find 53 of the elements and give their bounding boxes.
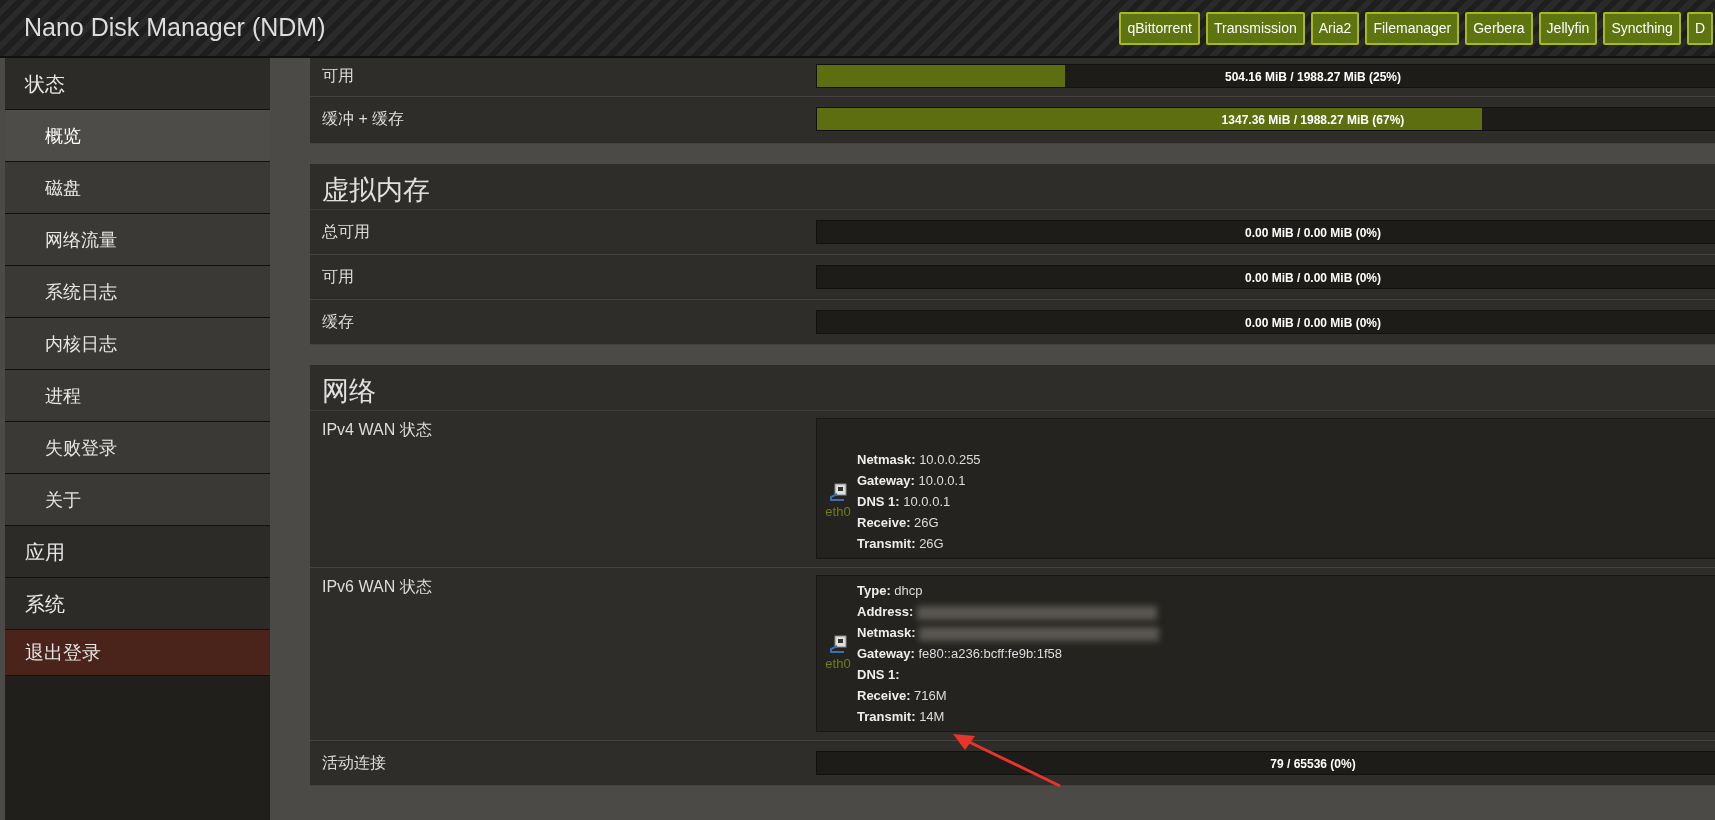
status-line: DNS 1: 10.0.0.1	[857, 493, 952, 511]
device-name: eth0	[825, 502, 851, 521]
menu-item[interactable]: 关于	[5, 474, 270, 526]
row-label: IPv6 WAN 状态	[321, 577, 433, 597]
status-line: Netmask: 10.0.0.255	[857, 451, 981, 469]
menu-category[interactable]: 应用	[5, 526, 270, 578]
menu-item[interactable]: 网络流量	[5, 214, 270, 266]
bar-reading: 0.00 MiB / 0.00 MiB (0%)	[1243, 225, 1382, 242]
app-button[interactable]: Gerbera	[1465, 11, 1533, 45]
app-button[interactable]: D	[1686, 11, 1713, 45]
status-line: Type: dhcp	[857, 582, 924, 600]
field-label: Address:	[857, 604, 914, 619]
menu-item[interactable]: 系统日志	[5, 266, 270, 318]
bar-reading: 1347.36 MiB / 1988.27 MiB (67%)	[1220, 112, 1406, 129]
menu-item[interactable]: 概览	[5, 110, 270, 162]
menu-category[interactable]: 系统	[5, 578, 270, 630]
section-title: 虚拟内存	[310, 164, 1715, 210]
app-button[interactable]: Filemanager	[1365, 11, 1460, 45]
status-line: DNS 1:	[857, 666, 901, 684]
row-label: 缓冲 + 缓存	[321, 109, 406, 129]
status-line: Receive: 716M	[857, 687, 948, 705]
app-button[interactable]: Jellyfin	[1538, 11, 1598, 45]
menu-item[interactable]: 进程	[5, 370, 270, 422]
status-line: Transmit: 26G	[857, 535, 945, 553]
section-title: 网络	[310, 365, 1715, 411]
app-title: Nano Disk Manager (NDM)	[24, 12, 326, 44]
status-line: Receive: 26G	[857, 514, 940, 532]
row-label: 活动连接	[321, 753, 387, 773]
device-name: eth0	[825, 654, 851, 673]
app-button[interactable]: Aria2	[1310, 11, 1360, 45]
row-label: 总可用	[321, 222, 371, 242]
menu-category[interactable]: 状态	[5, 58, 270, 110]
row-label: IPv4 WAN 状态	[321, 420, 433, 440]
bar-reading: 504.16 MiB / 1988.27 MiB (25%)	[1223, 69, 1403, 86]
network-port-icon	[828, 633, 848, 654]
bar-reading: 0.00 MiB / 0.00 MiB (0%)	[1243, 315, 1382, 332]
app-button[interactable]: Transmission	[1206, 11, 1305, 45]
menu-item[interactable]: 磁盘	[5, 162, 270, 214]
status-line: Gateway: fe80::a236:bcff:fe9b:1f58	[857, 645, 1064, 663]
row-label: 可用	[321, 267, 355, 287]
logout-link[interactable]: 退出登录	[5, 630, 270, 676]
menu-item[interactable]: 失败登录	[5, 422, 270, 474]
field-label: Netmask:	[857, 625, 916, 640]
row-label: 缓存	[321, 312, 355, 332]
row-label: 可用	[321, 66, 355, 86]
app-button[interactable]: qBittorrent	[1119, 11, 1200, 45]
bar-reading: 79 / 65536 (0%)	[1269, 756, 1357, 773]
status-line: Gateway: 10.0.0.1	[857, 472, 967, 490]
menu-item[interactable]: 内核日志	[5, 318, 270, 370]
app-button[interactable]: Syncthing	[1603, 11, 1681, 45]
network-port-icon	[828, 481, 848, 502]
status-line: Transmit: 14M	[857, 708, 946, 726]
bar-reading: 0.00 MiB / 0.00 MiB (0%)	[1243, 270, 1382, 287]
